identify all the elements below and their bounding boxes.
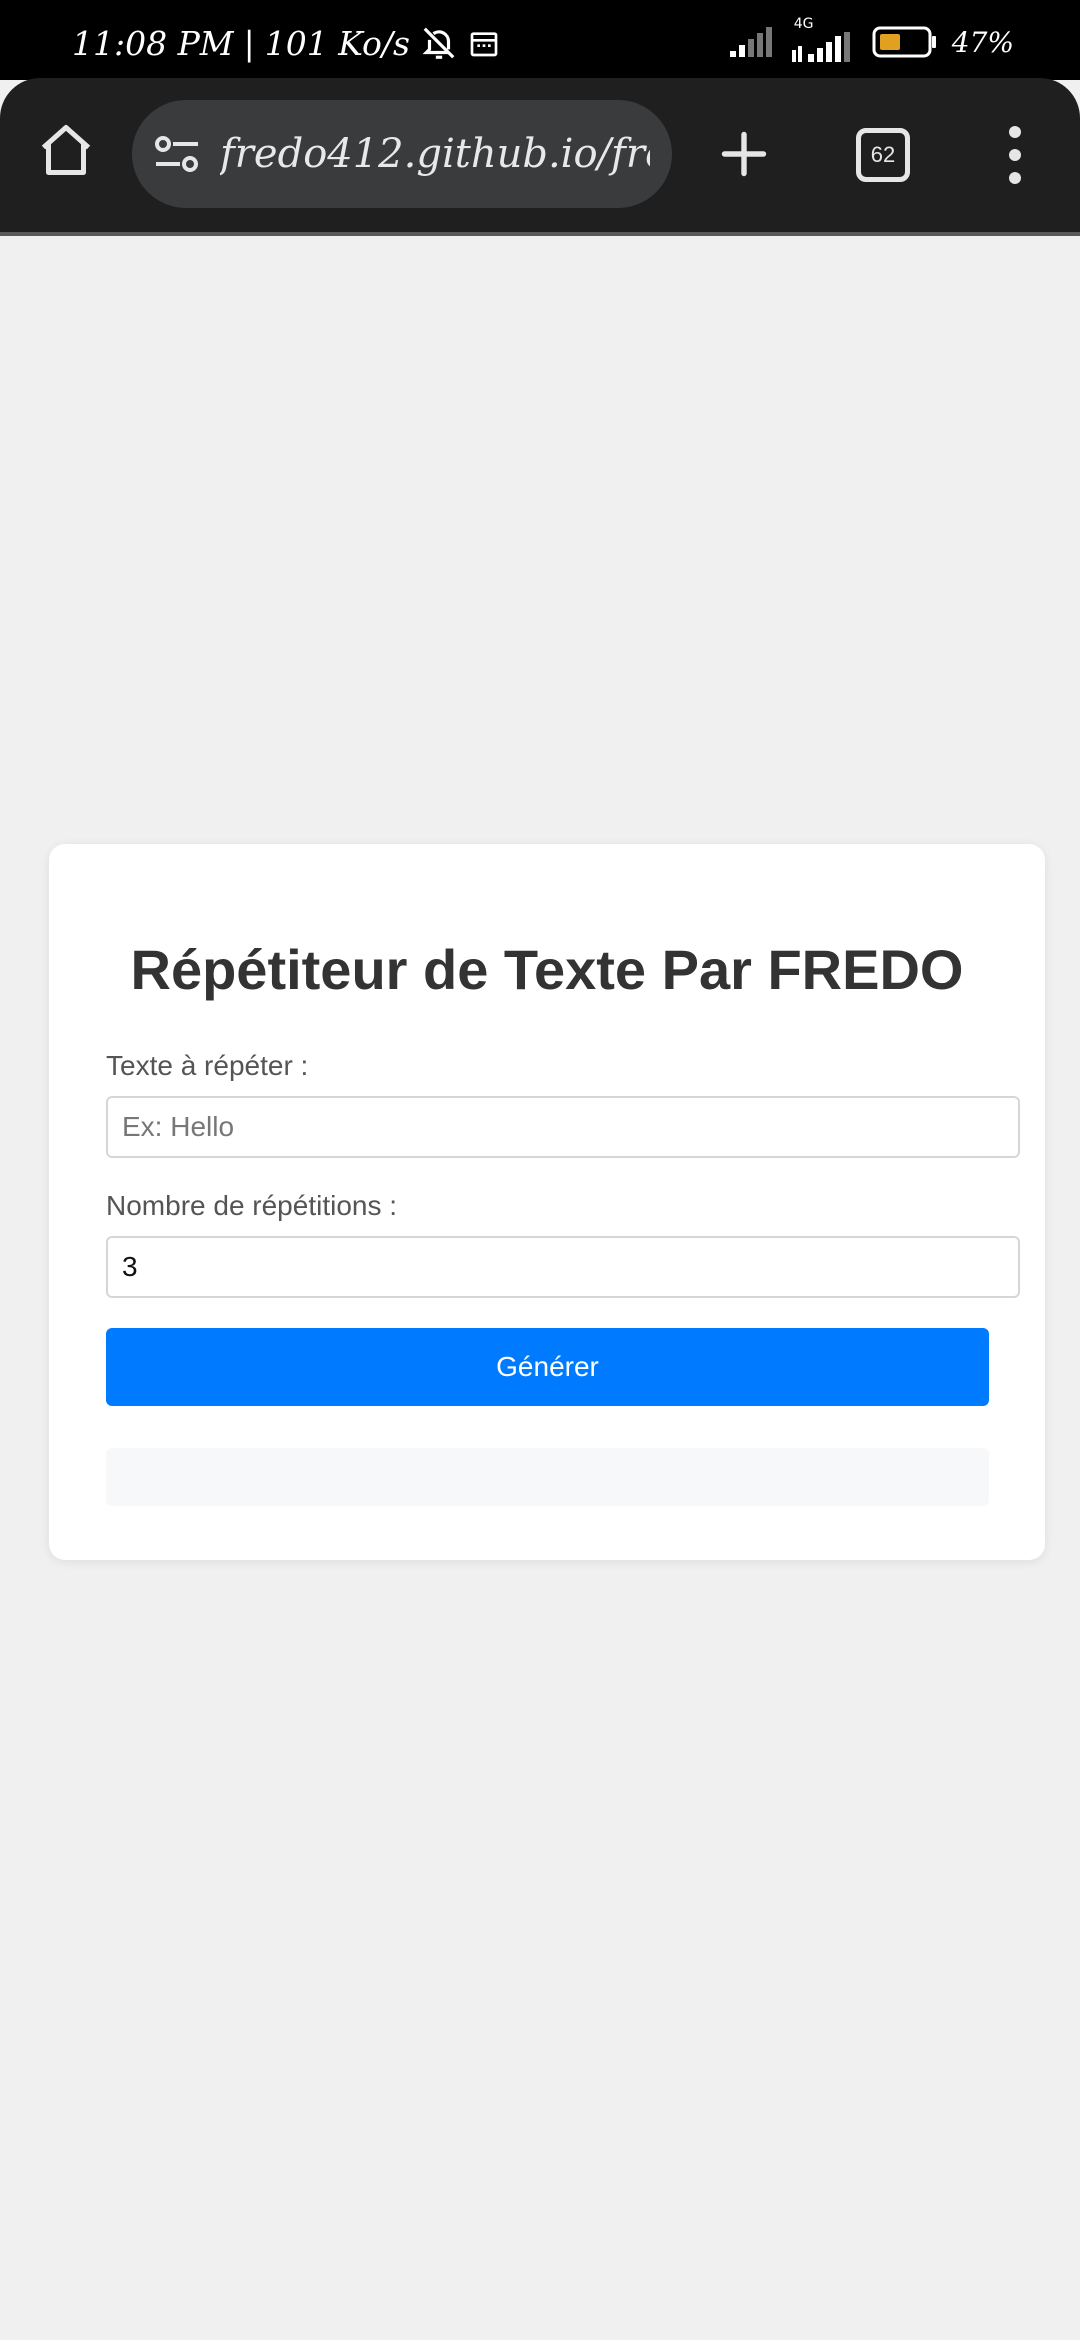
status-speed: 101 Ko/s: [264, 23, 410, 63]
tab-count: 62: [870, 142, 896, 167]
status-bar: 11:08 PM | 101 Ko/s 4G 47%: [0, 0, 1080, 80]
plus-icon[interactable]: [718, 128, 770, 180]
more-vert-icon[interactable]: [1000, 122, 1030, 188]
repetitions-label: Nombre de répétitions :: [106, 1190, 398, 1221]
generate-button[interactable]: Générer: [106, 1328, 989, 1406]
tune-icon[interactable]: [154, 132, 200, 176]
repetitions-input[interactable]: [106, 1236, 1020, 1298]
battery-percent: 47%: [951, 25, 1014, 59]
result-output: [106, 1448, 989, 1506]
home-icon[interactable]: [36, 120, 96, 180]
bell-off-icon: [422, 27, 455, 59]
tabs-button[interactable]: 62: [856, 128, 910, 182]
text-input[interactable]: [106, 1096, 1020, 1158]
status-right: 4G 47%: [728, 16, 1014, 62]
calendar-icon: [470, 32, 498, 57]
status-separator: |: [243, 23, 255, 63]
url-text[interactable]: fredo412.github.io/fredo.g: [220, 128, 650, 180]
repeater-card: Répétiteur de Texte Par FREDO Texte à ré…: [49, 844, 1045, 1560]
battery-icon: [872, 26, 936, 58]
text-label: Texte à répéter :: [106, 1050, 309, 1081]
status-time: 11:08 PM: [72, 23, 234, 63]
page-title: Répétiteur de Texte Par FREDO: [130, 938, 964, 1001]
signal-icon: [729, 27, 772, 57]
signal-4g-icon: [791, 32, 850, 62]
address-bar[interactable]: fredo412.github.io/fredo.g: [132, 100, 672, 208]
status-left: 11:08 PM | 101 Ko/s: [72, 24, 500, 62]
browser-toolbar: fredo412.github.io/fredo.g 62: [0, 78, 1080, 236]
network-indicator: 4G: [791, 16, 858, 62]
network-type: 4G: [793, 16, 814, 32]
